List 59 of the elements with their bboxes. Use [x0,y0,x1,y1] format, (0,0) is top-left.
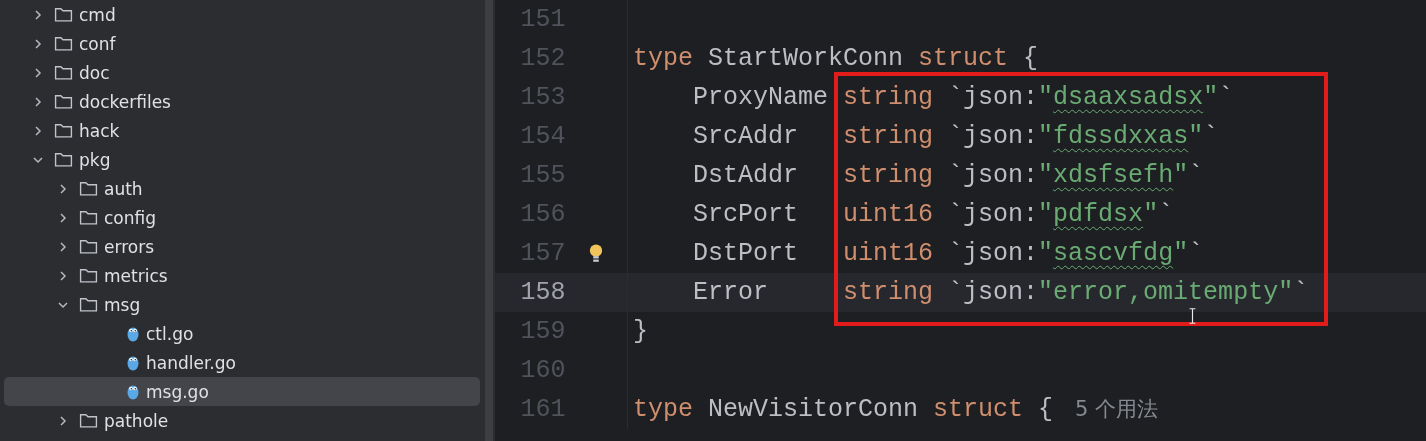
tree-item[interactable]: ctl.go [4,319,480,348]
tree-item[interactable]: pkg [4,145,480,174]
chevron-right-icon[interactable] [32,66,44,79]
chevron-right-icon[interactable] [32,124,44,137]
chevron-right-icon[interactable] [57,211,69,224]
tree-item[interactable]: hack [4,116,480,145]
line-number: 155 [519,161,566,190]
tree-item[interactable]: handler.go [4,348,480,377]
tree-item[interactable]: pathole [4,406,480,435]
tree-item[interactable]: metrics [4,261,480,290]
folder-icon [79,180,98,197]
folder-icon [54,6,73,23]
chevron-right-icon[interactable] [57,269,69,282]
code-line: } [633,317,648,346]
tree-item[interactable]: config [4,203,480,232]
line-number: 159 [519,317,566,346]
tree-item[interactable]: msg [4,290,480,319]
code-line: Error string `json:"error,omitempty"` [692,278,1309,307]
tree-item[interactable]: conf [4,29,480,58]
folder-icon [79,412,98,429]
chevron-right-icon[interactable] [32,8,44,21]
tree-item[interactable]: msg.go [4,377,480,406]
line-number: 157 [519,239,566,268]
lightbulb-icon[interactable] [589,243,604,264]
chevron-right-icon[interactable] [57,414,69,427]
text-cursor-icon [1188,308,1197,324]
tree-item[interactable]: auth [4,174,480,203]
tree-item[interactable]: errors [4,232,480,261]
folder-icon [54,35,73,52]
folder-icon [54,122,73,139]
folder-icon [79,238,98,255]
code-line: ProxyName string `json:"dsaaxsadsx"` [692,83,1234,112]
tree-item[interactable]: doc [4,58,480,87]
line-number: 156 [519,200,566,229]
chevron-right-icon[interactable] [32,37,44,50]
tree-item[interactable]: dockerfiles [4,87,480,116]
code-line: DstPort uint16 `json:"sascvfdg"` [692,239,1204,268]
code-line: SrcPort uint16 `json:"pdfdsx"` [692,200,1174,229]
line-number: 158 [519,278,566,307]
chevron-right-icon[interactable] [32,95,44,108]
folder-icon [54,151,73,168]
folder-icon [54,64,73,81]
folder-icon [54,93,73,110]
code-line: type StartWorkConn struct { [633,44,1039,73]
folder-icon [79,267,98,284]
chevron-right-icon[interactable] [57,240,69,253]
line-number: 161 [519,395,566,424]
line-number: 151 [519,5,566,34]
line-number: 154 [519,122,566,151]
chevron-right-icon[interactable] [57,182,69,195]
line-number: 153 [519,83,566,112]
code-line: type NewVisitorConn struct { 5 个用法 [633,395,1159,424]
code-line: SrcAddr string `json:"fdssdxxas"` [692,122,1219,151]
folder-icon [79,296,98,313]
code-line: DstAddr string `json:"xdsfsefh"` [692,161,1204,190]
line-number: 160 [519,356,566,385]
tree-item[interactable]: cmd [4,0,480,29]
folder-icon [79,209,98,226]
line-number: 152 [519,44,566,73]
